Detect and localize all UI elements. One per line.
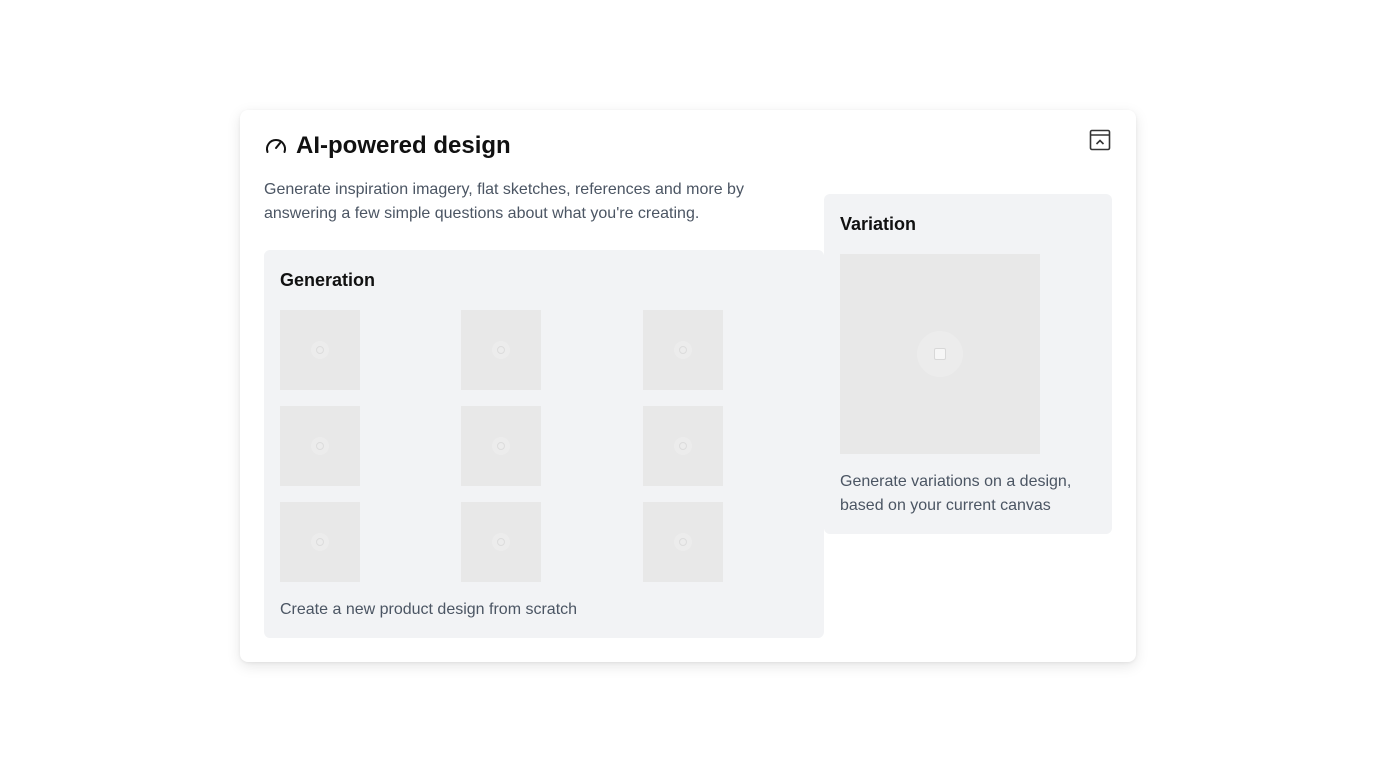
- image-placeholder-icon: [492, 533, 510, 551]
- generation-thumbnail: [280, 406, 360, 486]
- variation-card[interactable]: Variation Generate variations on a desig…: [824, 194, 1112, 534]
- generation-thumbnail: [280, 310, 360, 390]
- variation-caption: Generate variations on a design, based o…: [840, 473, 1072, 514]
- image-placeholder-icon: [674, 437, 692, 455]
- generation-thumbnail: [280, 502, 360, 582]
- generation-thumbnail: [461, 310, 541, 390]
- generation-thumbnail: [461, 502, 541, 582]
- image-placeholder-icon: [492, 341, 510, 359]
- generation-caption: Create a new product design from scratch: [280, 601, 578, 618]
- image-placeholder-icon: [311, 437, 329, 455]
- panel-description: Generate inspiration imagery, flat sketc…: [264, 181, 744, 222]
- generation-thumbnail: [461, 406, 541, 486]
- ai-design-panel: AI-powered design Generate inspiration i…: [240, 110, 1136, 662]
- generation-title: Generation: [280, 270, 376, 290]
- generation-thumbnail: [643, 406, 723, 486]
- image-placeholder-icon: [311, 341, 329, 359]
- generation-card[interactable]: Generation Create a new product design f…: [264, 250, 824, 638]
- variation-title: Variation: [840, 214, 917, 234]
- variation-preview: [840, 254, 1040, 454]
- panel-header: AI-powered design: [264, 130, 511, 162]
- image-placeholder-icon: [917, 331, 963, 377]
- panel-title: AI-powered design: [296, 132, 511, 159]
- generation-thumbnail: [643, 310, 723, 390]
- image-placeholder-icon: [311, 533, 329, 551]
- gauge-icon: [264, 134, 288, 158]
- generation-thumbnail-grid: [280, 310, 723, 582]
- image-placeholder-icon: [674, 533, 692, 551]
- collapse-button[interactable]: [1088, 129, 1112, 156]
- collapse-panel-icon: [1089, 129, 1111, 156]
- image-placeholder-icon: [492, 437, 510, 455]
- generation-thumbnail: [643, 502, 723, 582]
- image-placeholder-icon: [674, 341, 692, 359]
